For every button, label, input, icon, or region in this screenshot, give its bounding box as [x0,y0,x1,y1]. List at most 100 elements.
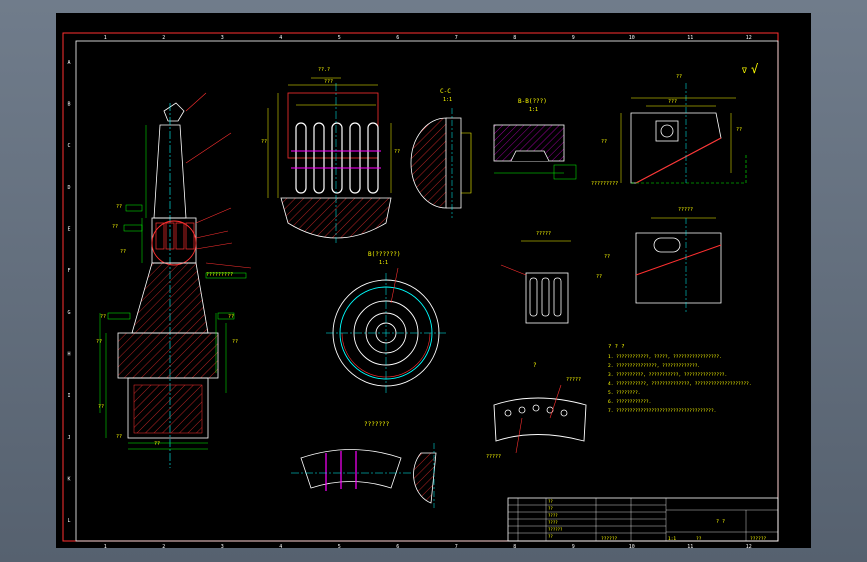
svg-text:??: ?? [120,249,126,255]
border-row-label: K [67,477,70,483]
svg-text:??: ?? [116,204,122,210]
svg-text:1:1: 1:1 [443,97,452,103]
title-block-row: ???? [548,520,558,525]
note-line: 6. ????????????. [608,399,651,405]
border-col-label-bottom: 12 [746,544,752,548]
cad-drawing: 112233445566778899101011111212 ABCDEFGHI… [62,32,779,548]
main-view-shaft: ?????? ?????? ?????? ??????????? [96,92,252,468]
notes-title: ? ? ? [608,344,625,350]
border-col-label: 6 [396,35,399,41]
svg-text:?????: ????? [566,377,581,383]
border-col-label-bottom: 9 [572,544,575,548]
svg-text:??: ?? [604,254,610,260]
detail-arc-holes: ? ?????????? [486,362,587,460]
border-col-label: 10 [629,35,635,41]
border-row-labels: A B C D E F G H I J K L [67,60,70,524]
title-block-row: ???? [548,513,558,518]
border-row-label: L [67,518,70,524]
detail-mid-right: ????? ???? [596,207,722,313]
border-col-label-bottom: 2 [162,544,165,548]
border-row-label: H [67,352,70,358]
svg-text:??: ?? [676,74,682,80]
border-row-label: E [67,227,70,233]
roughness-symbol: ∇ √ [741,62,758,76]
title-block-sheet: ?? [696,536,702,542]
svg-text:??: ?? [112,224,118,230]
svg-text:???: ??? [324,79,333,85]
border-col-label: 1 [104,35,107,41]
technical-notes: ? ? ? 1. ????????????, ?????, ??????????… [608,344,752,414]
title-block-material: ?????? [601,536,618,542]
border-row-label: G [67,310,70,316]
border-col-label: 11 [687,35,693,41]
svg-text:??: ?? [98,404,104,410]
bottom-arc-view: ??????? [291,421,437,508]
svg-text:??: ?? [116,434,122,440]
roughness-prefix: ∇ [741,66,747,75]
border-row-label: D [67,185,70,191]
border-col-label-bottom: 8 [513,544,516,548]
border-row-label: I [67,393,70,399]
svg-text:?????: ????? [678,207,693,213]
svg-text:??: ?? [394,149,400,155]
title-block-number: ?????? [750,536,767,542]
svg-text:??: ?? [261,139,267,145]
svg-text:?: ? [533,362,537,369]
border-col-label-bottom: 4 [279,544,282,548]
svg-text:?????: ????? [486,454,501,460]
border-col-label: 12 [746,35,752,41]
border-col-label: 5 [338,35,341,41]
title-block-name: ? ? [716,519,725,525]
border-row-label: F [67,268,70,274]
svg-text:??: ?? [96,339,102,345]
border-row-label: B [67,102,70,108]
title-block-row: ?????? [548,527,563,532]
svg-text:??.?: ??.? [318,67,330,73]
svg-text:???: ??? [668,99,677,105]
svg-text:1:1: 1:1 [379,260,388,266]
border-col-label-bottom: 3 [221,544,224,548]
note-line: 1. ????????????, ?????, ????????????????… [608,354,722,360]
title-block-scale: 1:1 [668,536,676,542]
small-slot-view: ????? [500,231,571,324]
note-line: 4. ???????????, ??????????????, ????????… [608,381,752,387]
svg-text:??: ?? [736,127,742,133]
svg-text:B-B(???): B-B(???) [518,98,547,105]
svg-text:??: ?? [596,274,602,280]
border-col-label: 7 [455,35,458,41]
title-block-row: ?? [548,506,553,511]
svg-text:1:1: 1:1 [529,107,538,113]
svg-text:B(??????): B(??????) [368,251,401,258]
border-col-label: 9 [572,35,575,41]
svg-text:?????????: ????????? [591,181,618,187]
title-block: ???????????????????? ? ? ?????? 1:1 ?? ?… [507,497,779,542]
border-col-label-bottom: 5 [338,544,341,548]
note-line: 3. ??????????, ???????????, ????????????… [608,372,727,378]
cad-viewport[interactable]: 1 1 2 2 3 3 4 4 5 5 6 6 7 7 8 8 9 9 10 10 11 11 12 12 ABCDEFGHI… [56,13,811,548]
border-col-label-bottom: 1 [104,544,107,548]
svg-text:??: ?? [601,139,607,145]
border-col-label: 2 [162,35,165,41]
note-line: 5. ????????. [608,390,641,396]
border-col-label: 4 [279,35,282,41]
border-col-label-bottom: 6 [396,544,399,548]
svg-text:??: ?? [232,339,238,345]
border-row-label: A [67,60,70,66]
svg-text:??: ?? [154,441,160,447]
border-row-label: C [67,143,70,149]
circular-view-b: B(??????) 1:1 [326,251,446,393]
note-line: 2. ???????????????, ?????????????. [608,363,700,369]
border-col-label-bottom: 7 [455,544,458,548]
svg-text:???????: ??????? [364,421,390,428]
svg-text:??: ?? [100,314,106,320]
svg-text:C-C: C-C [440,88,451,95]
title-block-row: ?? [548,499,553,504]
title-block-row: ?? [548,534,553,539]
roughness-mark: √ [751,62,758,76]
svg-text:?????: ????? [536,231,551,237]
border-col-label: 8 [513,35,516,41]
section-b-b: B-B(???) 1:1 [493,98,577,180]
cutter-head-section: ??.? ??????? [261,67,400,243]
border-row-label: J [67,435,70,441]
section-c-c: C-C 1:1 [410,88,472,218]
